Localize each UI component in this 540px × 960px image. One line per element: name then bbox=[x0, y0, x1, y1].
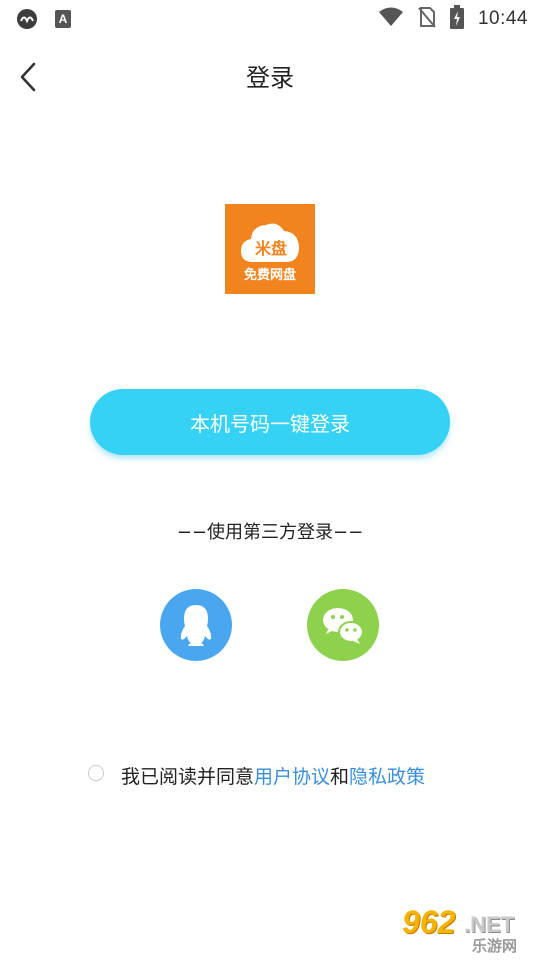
qq-penguin-icon bbox=[180, 605, 212, 646]
battery-charging-icon bbox=[449, 5, 464, 33]
logo-text-bottom: 免费网盘 bbox=[243, 268, 296, 283]
agreement-prefix: 我已阅读并同意 bbox=[121, 766, 255, 788]
status-bar: A 10:44 bbox=[0, 0, 540, 38]
watermark-number: 962 bbox=[402, 904, 456, 940]
wechat-icon bbox=[323, 608, 364, 644]
wifi-icon bbox=[378, 7, 404, 31]
wechat-login-button[interactable] bbox=[307, 589, 379, 661]
status-time: 10:44 bbox=[477, 8, 528, 29]
no-sim-icon bbox=[418, 6, 436, 32]
privacy-policy-link[interactable]: 隐私政策 bbox=[349, 766, 425, 788]
accessibility-a-icon: A bbox=[54, 8, 78, 30]
status-icons: 10:44 bbox=[378, 5, 528, 33]
watermark-subtitle: 乐游网 bbox=[472, 937, 518, 955]
agreement-row: 我已阅读并同意用户协议和隐私政策 bbox=[0, 760, 540, 790]
app-logo: 米盘 免费网盘 bbox=[225, 204, 315, 294]
one-click-login-button[interactable]: 本机号码一键登录 bbox=[90, 389, 450, 455]
agreement-text: 我已阅读并同意用户协议和隐私政策 bbox=[121, 762, 425, 789]
logo-text-top: 米盘 bbox=[254, 239, 287, 258]
cast-icon bbox=[16, 8, 40, 30]
agree-checkbox[interactable] bbox=[88, 765, 104, 781]
page-title: 登录 bbox=[246, 64, 294, 92]
watermark-logo: 962 .NET 乐游网 bbox=[402, 904, 534, 956]
user-agreement-link[interactable]: 用户协议 bbox=[254, 766, 330, 788]
qq-login-button[interactable] bbox=[160, 589, 232, 661]
third-party-login-label: −−使用第三方登录−− bbox=[176, 522, 364, 543]
svg-text:A: A bbox=[59, 12, 68, 26]
agreement-conjunction: 和 bbox=[330, 766, 350, 788]
